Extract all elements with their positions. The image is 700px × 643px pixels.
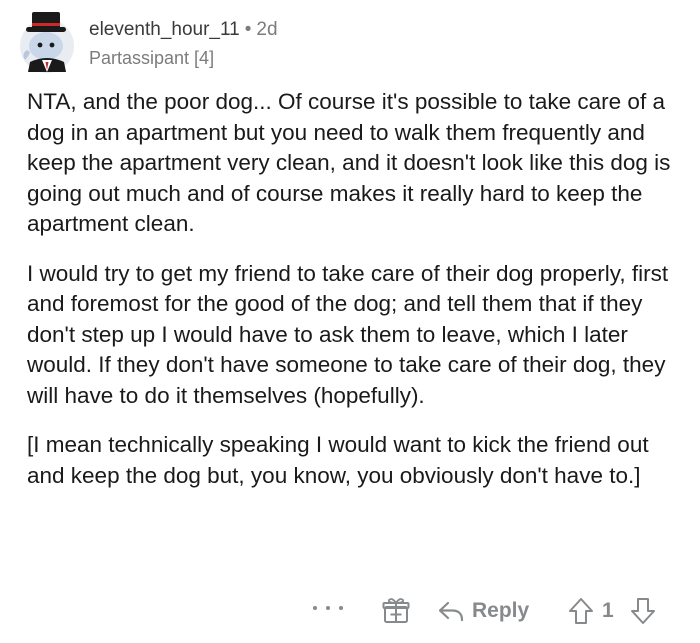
award-button[interactable] bbox=[382, 597, 410, 625]
comment: eleventh_hour_11 • 2d Partassipant [4] NTA… bbox=[0, 0, 700, 643]
more-options-icon bbox=[339, 606, 343, 610]
comment-header: eleventh_hour_11 • 2d bbox=[89, 19, 278, 41]
more-options-icon bbox=[326, 606, 330, 610]
more-options-button[interactable] bbox=[313, 598, 343, 618]
comment-body: NTA, and the poor dog... Of course it's … bbox=[27, 87, 687, 510]
reply-button[interactable]: Reply bbox=[438, 597, 529, 625]
upvote-arrow-icon bbox=[569, 598, 593, 624]
user-avatar[interactable] bbox=[18, 10, 76, 74]
reply-label: Reply bbox=[472, 599, 530, 622]
comment-paragraph: [I mean technically speaking I would wan… bbox=[27, 432, 649, 488]
user-flair: Partassipant [4] bbox=[89, 48, 215, 68]
more-options-icon bbox=[313, 606, 317, 610]
vote-score: 1 bbox=[602, 599, 614, 622]
reply-arrow-icon bbox=[438, 601, 464, 622]
separator-dot: • bbox=[244, 19, 252, 40]
upvote-button[interactable] bbox=[568, 597, 594, 625]
downvote-arrow-icon bbox=[631, 598, 655, 624]
comment-paragraph: NTA, and the poor dog... Of course it's … bbox=[27, 89, 671, 236]
award-gift-icon bbox=[382, 598, 410, 623]
downvote-button[interactable] bbox=[630, 597, 656, 625]
avatar-icon bbox=[20, 12, 74, 73]
username-link[interactable]: eleventh_hour_11 bbox=[89, 19, 240, 40]
comment-paragraph: I would try to get my friend to take car… bbox=[27, 260, 669, 408]
comment-age: 2d bbox=[256, 19, 278, 40]
